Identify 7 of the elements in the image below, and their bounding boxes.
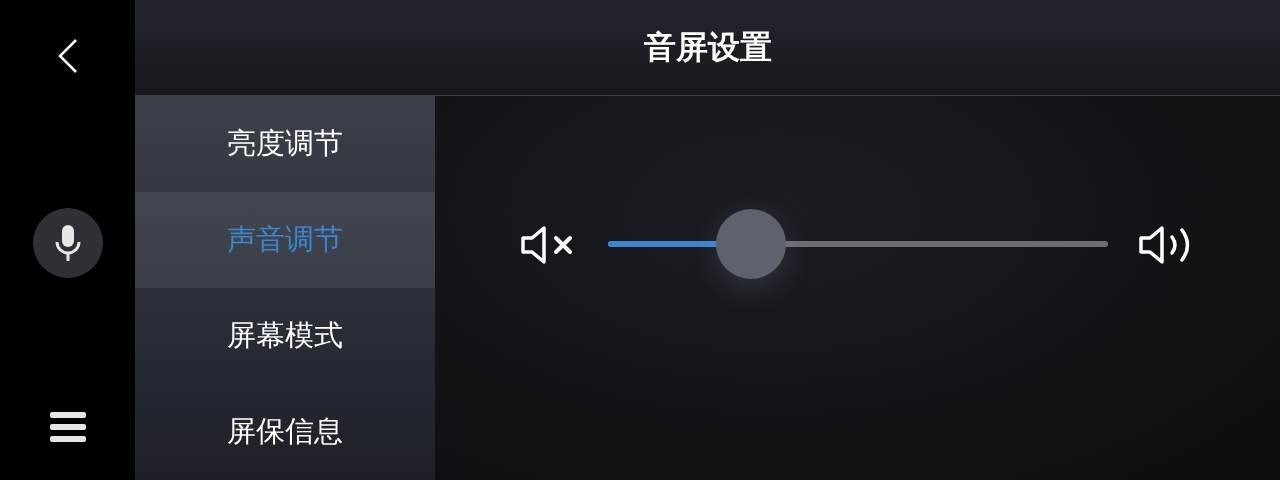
- menu-item[interactable]: 屏幕模式: [135, 288, 435, 384]
- menu-item[interactable]: 亮度调节: [135, 96, 435, 192]
- page-title: 音屏设置: [643, 26, 772, 68]
- menu-icon[interactable]: [49, 412, 86, 442]
- menu-item[interactable]: 屏保信息: [135, 384, 435, 480]
- microphone-icon: [53, 225, 82, 261]
- back-icon[interactable]: [56, 38, 79, 74]
